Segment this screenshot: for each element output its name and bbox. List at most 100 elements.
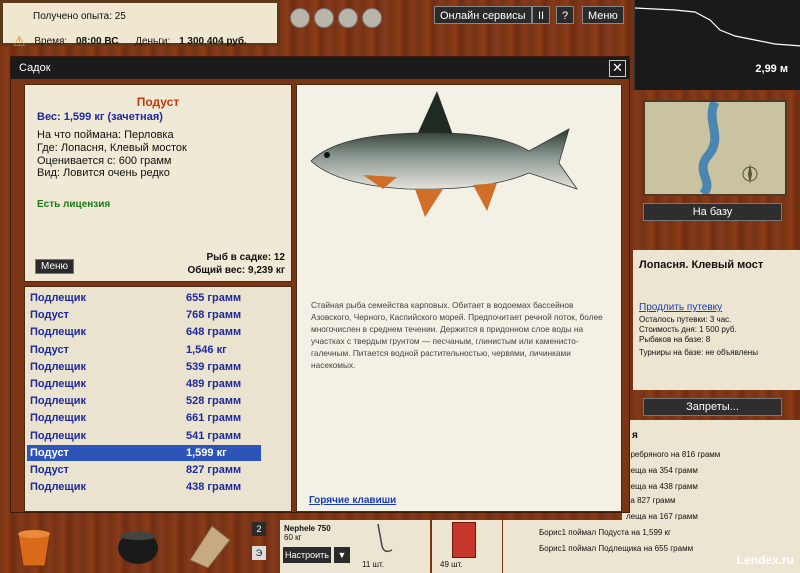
- catch-list: Подлещик 655 грамм Подуст 768 грамм Подлещик…: [24, 286, 292, 512]
- extend-permit-link[interactable]: Продлить путевку: [639, 302, 722, 313]
- hook-icon: [377, 523, 393, 553]
- catch-fish-weight: 1,599 кг: [186, 446, 227, 459]
- catch-fish-name: Подуст: [30, 309, 69, 322]
- catch-fish-name: Подуст: [30, 446, 69, 459]
- catch-fish-name: Подлещик: [30, 429, 86, 442]
- catch-fish-weight: 438 грамм: [186, 481, 242, 494]
- catch-fish-weight: 541 грамм: [186, 429, 242, 442]
- help-button[interactable]: ?: [556, 6, 574, 24]
- location-map[interactable]: [643, 99, 787, 198]
- fish-bait: На что поймана: Перловка: [37, 129, 174, 141]
- pot-icon[interactable]: [112, 520, 164, 568]
- experience-text: Получено опыта: 25: [33, 11, 126, 22]
- reel-capacity: 60 кг: [284, 533, 302, 542]
- money-value: 1 300 404 руб.: [179, 36, 247, 47]
- fish-description: Стайная рыба семейства карповых. Обитает…: [311, 300, 603, 370]
- online-services-button[interactable]: Онлайн сервисы: [434, 6, 532, 24]
- catch-list-row[interactable]: Подлещик 648 грамм: [27, 324, 261, 340]
- tackle-dropdown-button[interactable]: ▼: [334, 547, 350, 563]
- fish-slot-icon[interactable]: [290, 8, 310, 28]
- fish-place: Где: Лопасня, Клевый мосток: [37, 142, 187, 154]
- catch-fish-weight: 655 грамм: [186, 292, 242, 304]
- depth-value: 2,99 м: [755, 63, 788, 75]
- fish-name: Подуст: [136, 95, 180, 109]
- fish-info-panel: Подуст Вес: 1,599 кг (зачетная) На что п…: [24, 84, 292, 282]
- events-feed: я еребряного на 816 грамм леща на 354 гр…: [622, 420, 800, 528]
- hotkeys-link[interactable]: Горячие клавиши: [309, 495, 396, 506]
- catch-list-row[interactable]: Подлещик 438 грамм: [27, 479, 261, 495]
- depth-graph: 2,99 м: [633, 0, 800, 90]
- tournaments-info: Турниры на базе: не объявлены: [639, 348, 758, 357]
- status-panel: Получено опыта: 25 ⚠ Время: 08:00 ВС Ден…: [0, 0, 280, 49]
- catch-fish-weight: 489 грамм: [186, 378, 242, 390]
- money-label: Деньги:: [135, 36, 171, 47]
- fish-kind: Вид: Ловится очень редко: [37, 167, 170, 179]
- catch-fish-weight: 827 грамм: [186, 464, 242, 476]
- dialog-title: Садок: [19, 62, 51, 74]
- catch-fish-weight: 539 грамм: [186, 360, 242, 373]
- catch-fish-name: Подлещик: [30, 326, 86, 339]
- time-money-row: ⚠ Время: 08:00 ВС Деньги: 1 300 404 руб.: [13, 31, 247, 49]
- fish-slot-icon[interactable]: [362, 8, 382, 28]
- catch-list-row[interactable]: Подлещик 489 грамм: [27, 376, 261, 392]
- to-base-button[interactable]: На базу: [643, 203, 782, 221]
- time-value: 08:00 ВС: [76, 36, 119, 47]
- catch-list-row[interactable]: Подлещик 528 грамм: [27, 393, 261, 409]
- bucket-icon[interactable]: [10, 520, 58, 568]
- catch-list-row[interactable]: Подлещик 655 грамм: [27, 290, 261, 306]
- watermark: Lendex.ru: [736, 553, 794, 567]
- fish-weight: Вес: 1,599 кг (зачетная): [37, 111, 163, 123]
- dialog-titlebar: Садок ✕: [11, 57, 629, 79]
- tackle-panel: Nephele 750 60 кг Настроить ▼: [280, 520, 358, 573]
- fish-count: Рыб в садке: 12: [206, 252, 285, 263]
- slot-e-button[interactable]: Э: [252, 546, 266, 560]
- catch-list-row[interactable]: Подуст 768 грамм: [27, 307, 261, 323]
- catch-fish-name: Подлещик: [30, 481, 86, 494]
- event-line: на 827 грамм: [626, 496, 676, 505]
- configure-button[interactable]: Настроить: [283, 547, 331, 563]
- event-line: леща на 438 грамм: [626, 482, 698, 491]
- day-price: Стоимость дня: 1 500 руб.: [639, 325, 737, 334]
- catch-list-row[interactable]: Подлещик 661 грамм: [27, 410, 261, 426]
- pause-button[interactable]: II: [532, 6, 550, 24]
- catch-list-row[interactable]: Подуст 1,599 кг: [27, 444, 261, 461]
- bait-slot[interactable]: 49 шт.: [432, 520, 502, 573]
- catch-list-row[interactable]: Подуст 827 грамм: [27, 462, 261, 478]
- catch-fish-weight: 528 грамм: [186, 395, 242, 408]
- fish-picture-panel: Стайная рыба семейства карповых. Обитает…: [296, 84, 622, 512]
- close-button[interactable]: ✕: [609, 60, 626, 77]
- log-line: Борис1 поймал Подуста на 1,599 кг: [539, 528, 671, 537]
- catch-list-row[interactable]: Подуст 1,546 кг: [27, 342, 261, 358]
- fish-slot-icon[interactable]: [314, 8, 334, 28]
- catch-list-row[interactable]: Подлещик 541 грамм: [27, 428, 261, 444]
- bait-count: 49 шт.: [440, 560, 463, 569]
- total-weight: Общий вес: 9,239 кг: [187, 265, 285, 276]
- catch-fish-name: Подлещик: [30, 360, 86, 373]
- bans-button[interactable]: Запреты...: [643, 398, 782, 416]
- fish-trophy-icons: [290, 8, 386, 31]
- fish-valued: Оценивается с: 600 грамм: [37, 155, 172, 167]
- event-line: еребряного на 816 грамм: [626, 450, 721, 459]
- catch-fish-weight: 1,546 кг: [186, 343, 227, 356]
- slot-2-button[interactable]: 2: [252, 522, 266, 536]
- hook-count: 11 шт.: [362, 560, 384, 569]
- hook-slot[interactable]: 11 шт.: [358, 520, 430, 573]
- location-panel: Лопасня. Клевый мост Продлить путевку Ос…: [633, 250, 800, 390]
- menu-button[interactable]: Меню: [582, 6, 624, 24]
- fish-menu-button[interactable]: Меню: [35, 259, 75, 274]
- events-header: я: [632, 430, 638, 441]
- catch-list-row[interactable]: Подлещик 539 грамм: [27, 359, 261, 375]
- permit-left: Осталось путевки: 3 час.: [639, 315, 732, 324]
- bait-pack-icon: [452, 522, 476, 558]
- fish-slot-icon[interactable]: [338, 8, 358, 28]
- catch-fish-weight: 661 грамм: [186, 412, 242, 425]
- warning-icon: ⚠: [13, 33, 26, 49]
- catch-fish-name: Подлещик: [30, 395, 86, 408]
- location-title: Лопасня. Клевый мост: [639, 259, 764, 271]
- catch-fish-name: Подуст: [30, 464, 69, 476]
- catch-fish-name: Подлещик: [30, 412, 86, 425]
- sack-icon[interactable]: [182, 520, 234, 569]
- catch-fish-name: Подуст: [30, 343, 69, 356]
- fish-illustration: [310, 91, 579, 217]
- map-drawing: [698, 99, 758, 198]
